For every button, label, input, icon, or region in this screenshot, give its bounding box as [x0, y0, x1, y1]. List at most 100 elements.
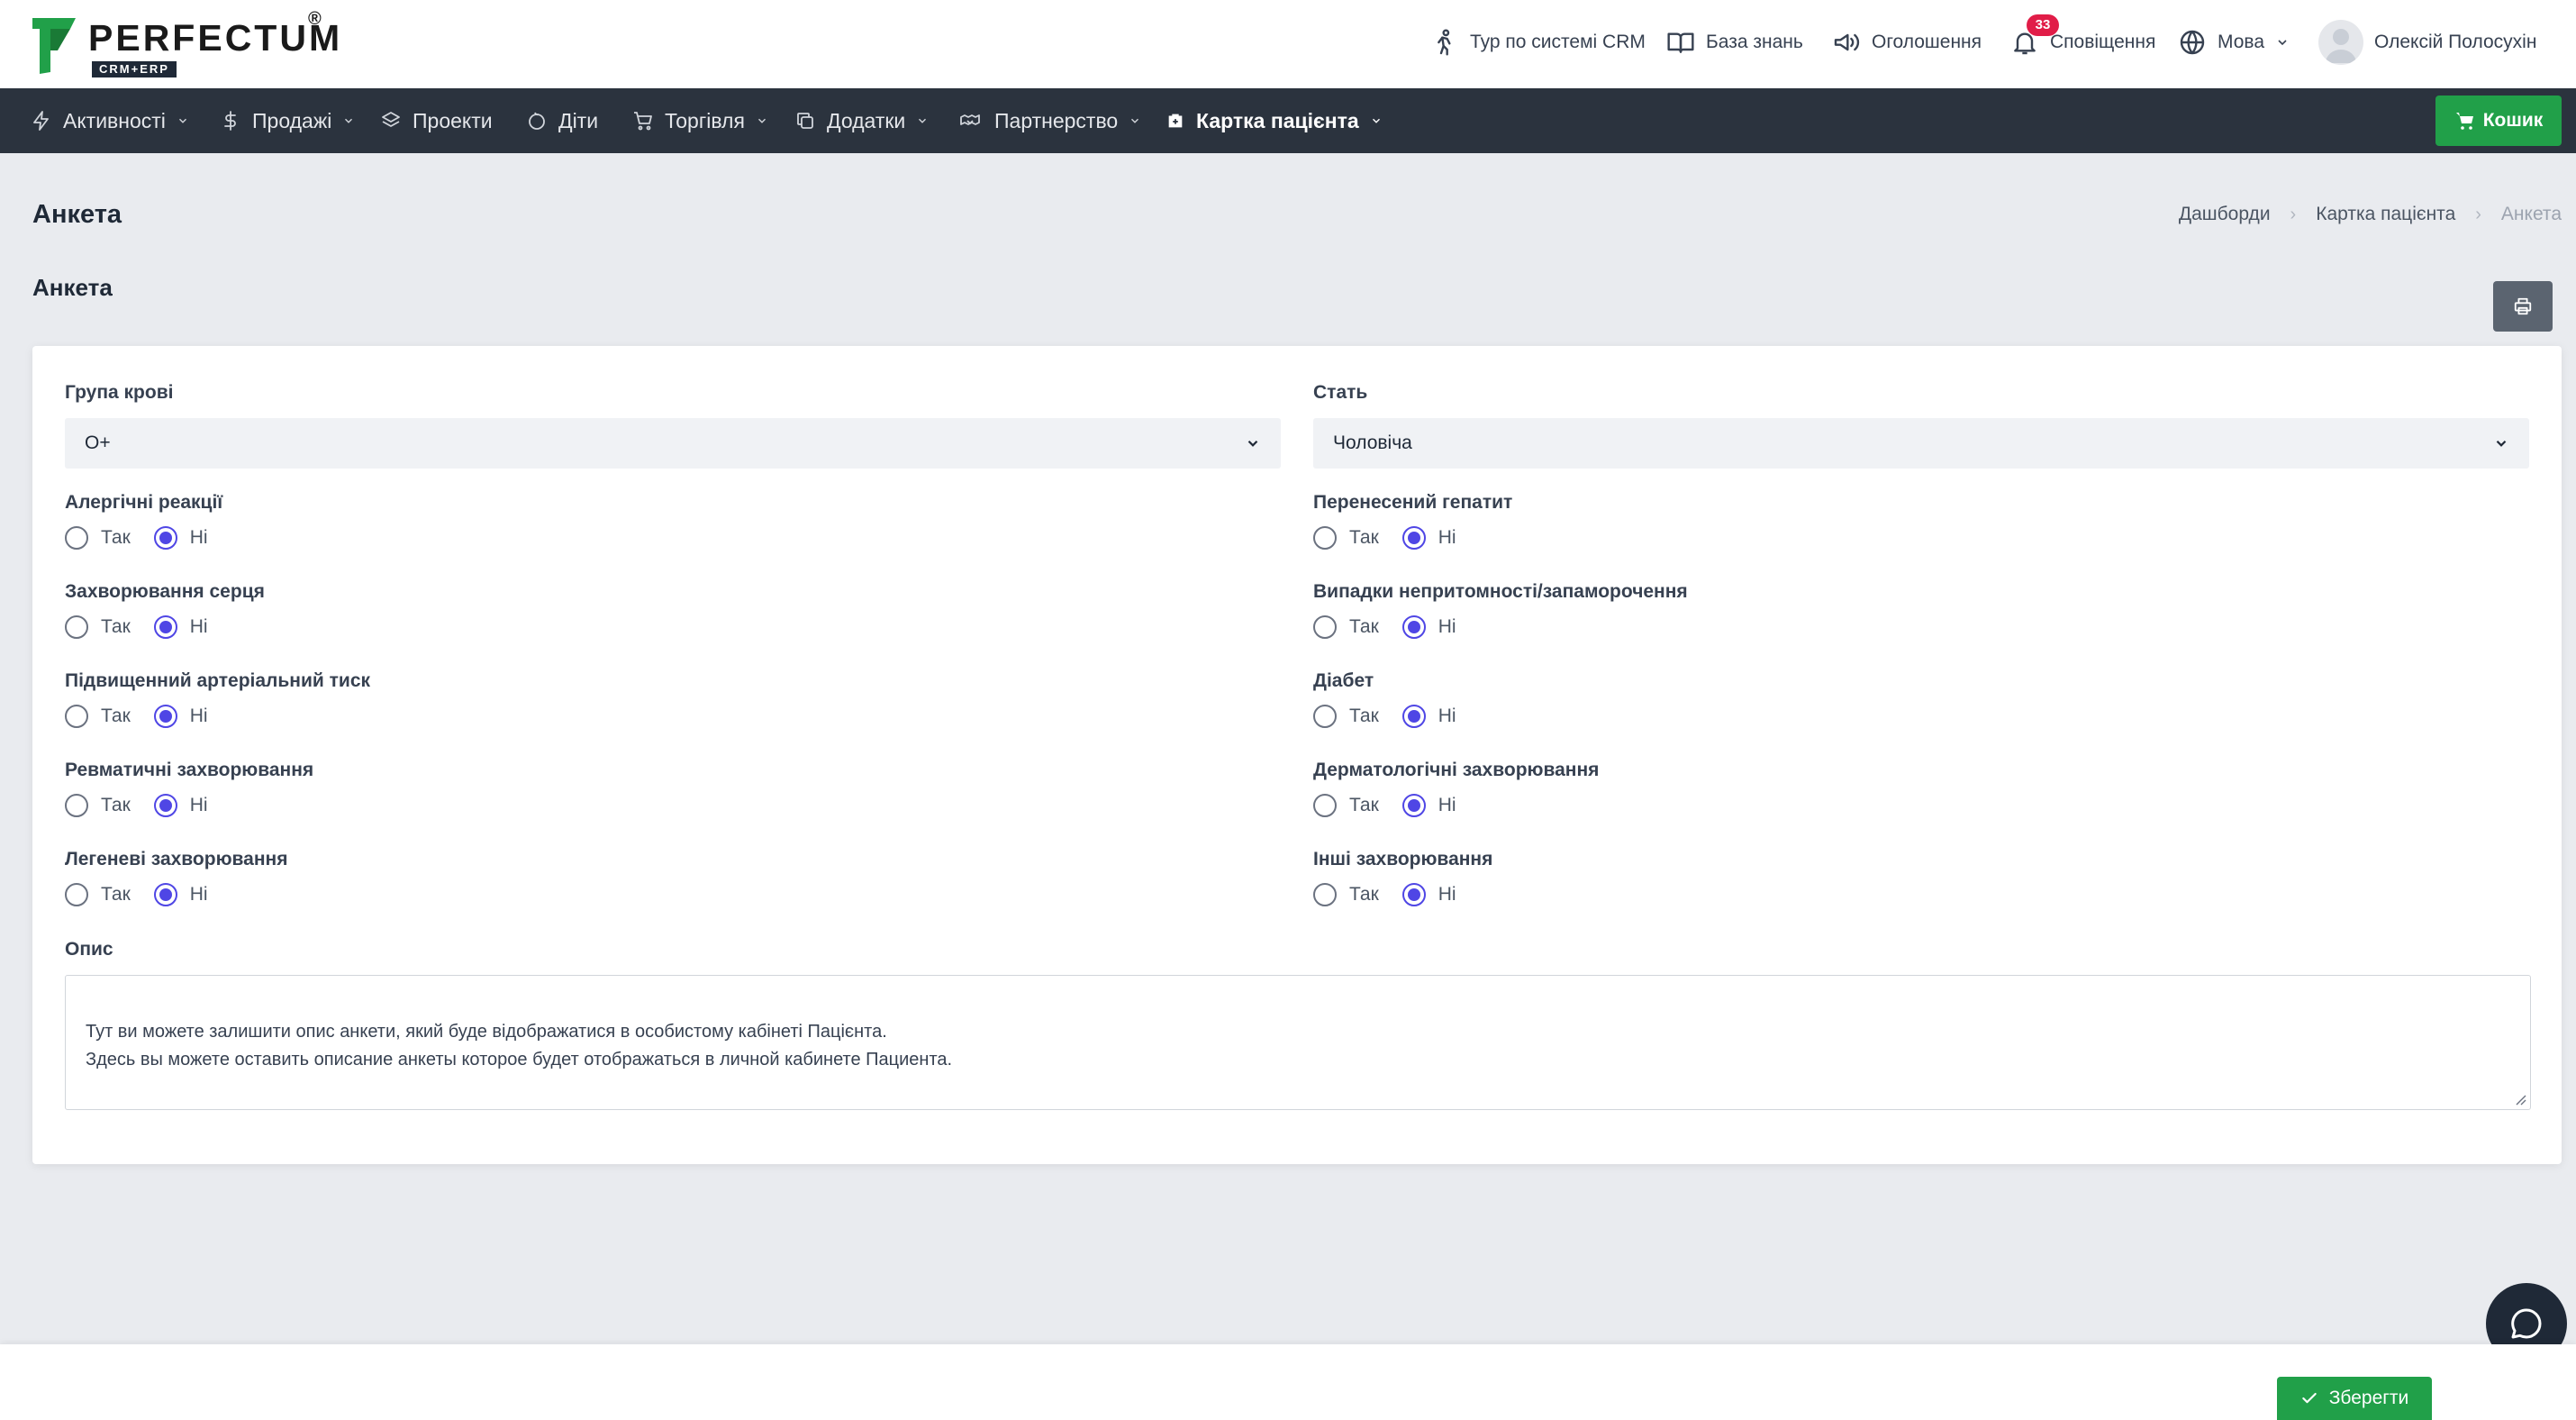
user-avatar-icon: [2326, 29, 2356, 63]
yes-label: Так: [101, 705, 131, 726]
diabetes-radios: Так Ні: [1313, 705, 1456, 728]
other-diseases-no-radio[interactable]: [1401, 883, 1426, 906]
save-button[interactable]: Зберегти: [2277, 1377, 2432, 1420]
no-label: Ні: [1438, 795, 1456, 815]
brand-logo[interactable]: PERFECTUM ® CRM+ERP: [31, 9, 340, 77]
menu-addons[interactable]: Додатки: [794, 88, 929, 153]
user-menu[interactable]: Олексій Полосухін: [2318, 0, 2536, 85]
diabetes-yes-radio[interactable]: [1313, 705, 1337, 728]
heart-disease-label: Захворювання серця: [65, 581, 265, 602]
cart-label: Кошик: [2482, 110, 2544, 131]
yes-label: Так: [101, 884, 131, 905]
knowledge-base-link[interactable]: База знань: [1666, 0, 1803, 85]
yes-label: Так: [1349, 527, 1379, 548]
language-label: Мова: [2218, 32, 2265, 52]
notifications-count-badge: 33: [2027, 14, 2059, 36]
menu-partnership-label: Партнерство: [994, 108, 1119, 132]
menu-projects[interactable]: Проекти: [380, 88, 493, 153]
other-diseases-yes-radio[interactable]: [1313, 883, 1337, 906]
diabetes-label: Діабет: [1313, 670, 1374, 691]
high-blood-pressure-yes-radio[interactable]: [65, 705, 88, 728]
heart-disease-no-radio[interactable]: [153, 615, 177, 639]
breadcrumb: Дашборди › Картка пацієнта › Анкета: [2179, 204, 2562, 225]
medical-bag-icon: [1168, 114, 1183, 128]
heart-disease-yes-radio[interactable]: [65, 615, 88, 639]
chat-bubble-icon: [2511, 1308, 2542, 1339]
chevron-down-icon: [919, 118, 927, 123]
menu-activities[interactable]: Активності: [31, 88, 189, 153]
menu-trade[interactable]: Торгівля: [632, 88, 768, 153]
shopping-cart-icon: [634, 112, 652, 131]
chevron-down-icon: [757, 118, 766, 123]
breadcrumb-separator-icon: ›: [2475, 204, 2481, 224]
heart-disease-radios: Так Ні: [65, 615, 208, 639]
menu-patient-card[interactable]: Картка пацієнта: [1166, 88, 1383, 153]
lightning-icon: [33, 111, 49, 131]
rheumatic-diseases-no-radio[interactable]: [153, 794, 177, 817]
chevron-down-icon: [345, 118, 353, 123]
announcements-link[interactable]: Оголошення: [1832, 0, 1982, 85]
resize-handle-icon[interactable]: [2514, 1093, 2526, 1106]
menu-kids-label: Діти: [558, 108, 599, 132]
logo-mark-icon: [32, 18, 76, 74]
blood-group-select[interactable]: O+: [65, 418, 1281, 469]
blood-group-label: Група крові: [65, 382, 174, 403]
dollar-icon: [224, 111, 236, 131]
megaphone-icon: [1834, 33, 1860, 51]
breadcrumb-patient-card[interactable]: Картка пацієнта: [2316, 204, 2455, 225]
no-label: Ні: [1438, 884, 1456, 905]
menu-sales[interactable]: Продажі: [220, 88, 355, 153]
breadcrumb-current: Анкета: [2500, 204, 2562, 224]
handshake-icon: [960, 114, 980, 125]
no-label: Ні: [189, 616, 208, 637]
fainting-yes-radio[interactable]: [1313, 615, 1337, 639]
high-blood-pressure-no-radio[interactable]: [153, 705, 177, 728]
breadcrumb-dashboards[interactable]: Дашборди: [2179, 204, 2271, 225]
description-value: Тут ви можете залишити опис анкети, який…: [86, 1022, 953, 1070]
cart-button[interactable]: Кошик: [2435, 96, 2562, 146]
gender-select[interactable]: Чоловіча: [1313, 418, 2529, 469]
logo-wordmark: PERFECTUM: [88, 17, 343, 59]
fainting-label: Випадки непритомності/запаморочення: [1313, 581, 1688, 602]
other-diseases-label: Інші захворювання: [1313, 849, 1493, 869]
allergic-reactions-yes-radio[interactable]: [65, 526, 88, 550]
rheumatic-diseases-radios: Так Ні: [65, 794, 208, 817]
chevron-down-icon: [1247, 440, 1258, 447]
hepatitis-yes-radio[interactable]: [1313, 526, 1337, 550]
questionnaire-form: Група крові O+ Стать Чоловіча Алергічні …: [32, 346, 2562, 1164]
lung-diseases-no-radio[interactable]: [153, 883, 177, 906]
rheumatic-diseases-label: Ревматичні захворювання: [65, 760, 314, 780]
hepatitis-label: Перенесений гепатит: [1313, 492, 1513, 513]
menu-partnership[interactable]: Партнерство: [957, 88, 1141, 153]
hepatitis-no-radio[interactable]: [1401, 526, 1426, 550]
yes-label: Так: [101, 527, 131, 548]
menu-activities-label: Активності: [63, 108, 166, 132]
menu-kids[interactable]: Діти: [526, 88, 598, 153]
description-textarea[interactable]: Тут ви можете залишити опис анкети, який…: [65, 975, 2531, 1110]
language-dropdown[interactable]: Мова: [2178, 0, 2290, 85]
no-label: Ні: [189, 795, 208, 815]
fainting-no-radio[interactable]: [1401, 615, 1426, 639]
blood-group-value: O+: [85, 432, 111, 453]
printer-icon: [2514, 297, 2532, 315]
breadcrumb-separator-icon: ›: [2290, 204, 2297, 224]
walking-person-icon: [1438, 29, 1451, 56]
menu-patient-card-label: Картка пацієнта: [1196, 108, 1359, 132]
allergic-reactions-no-radio[interactable]: [153, 526, 177, 550]
diabetes-no-radio[interactable]: [1401, 705, 1426, 728]
chevron-down-icon: [1372, 118, 1380, 123]
high-blood-pressure-label: Підвищенний артеріальний тиск: [65, 670, 371, 691]
notifications-link[interactable]: Сповіщення 33: [2010, 0, 2155, 85]
globe-icon: [2180, 30, 2205, 55]
tour-link[interactable]: Тур по системі CRM: [1430, 0, 1646, 85]
chevron-down-icon: [2496, 440, 2507, 447]
lung-diseases-yes-radio[interactable]: [65, 883, 88, 906]
fainting-radios: Так Ні: [1313, 615, 1456, 639]
rheumatic-diseases-yes-radio[interactable]: [65, 794, 88, 817]
dermatological-diseases-yes-radio[interactable]: [1313, 794, 1337, 817]
menu-sales-label: Продажі: [252, 108, 332, 132]
no-label: Ні: [1438, 527, 1456, 548]
print-button[interactable]: [2493, 281, 2553, 332]
dermatological-diseases-no-radio[interactable]: [1401, 794, 1426, 817]
no-label: Ні: [1438, 705, 1456, 726]
